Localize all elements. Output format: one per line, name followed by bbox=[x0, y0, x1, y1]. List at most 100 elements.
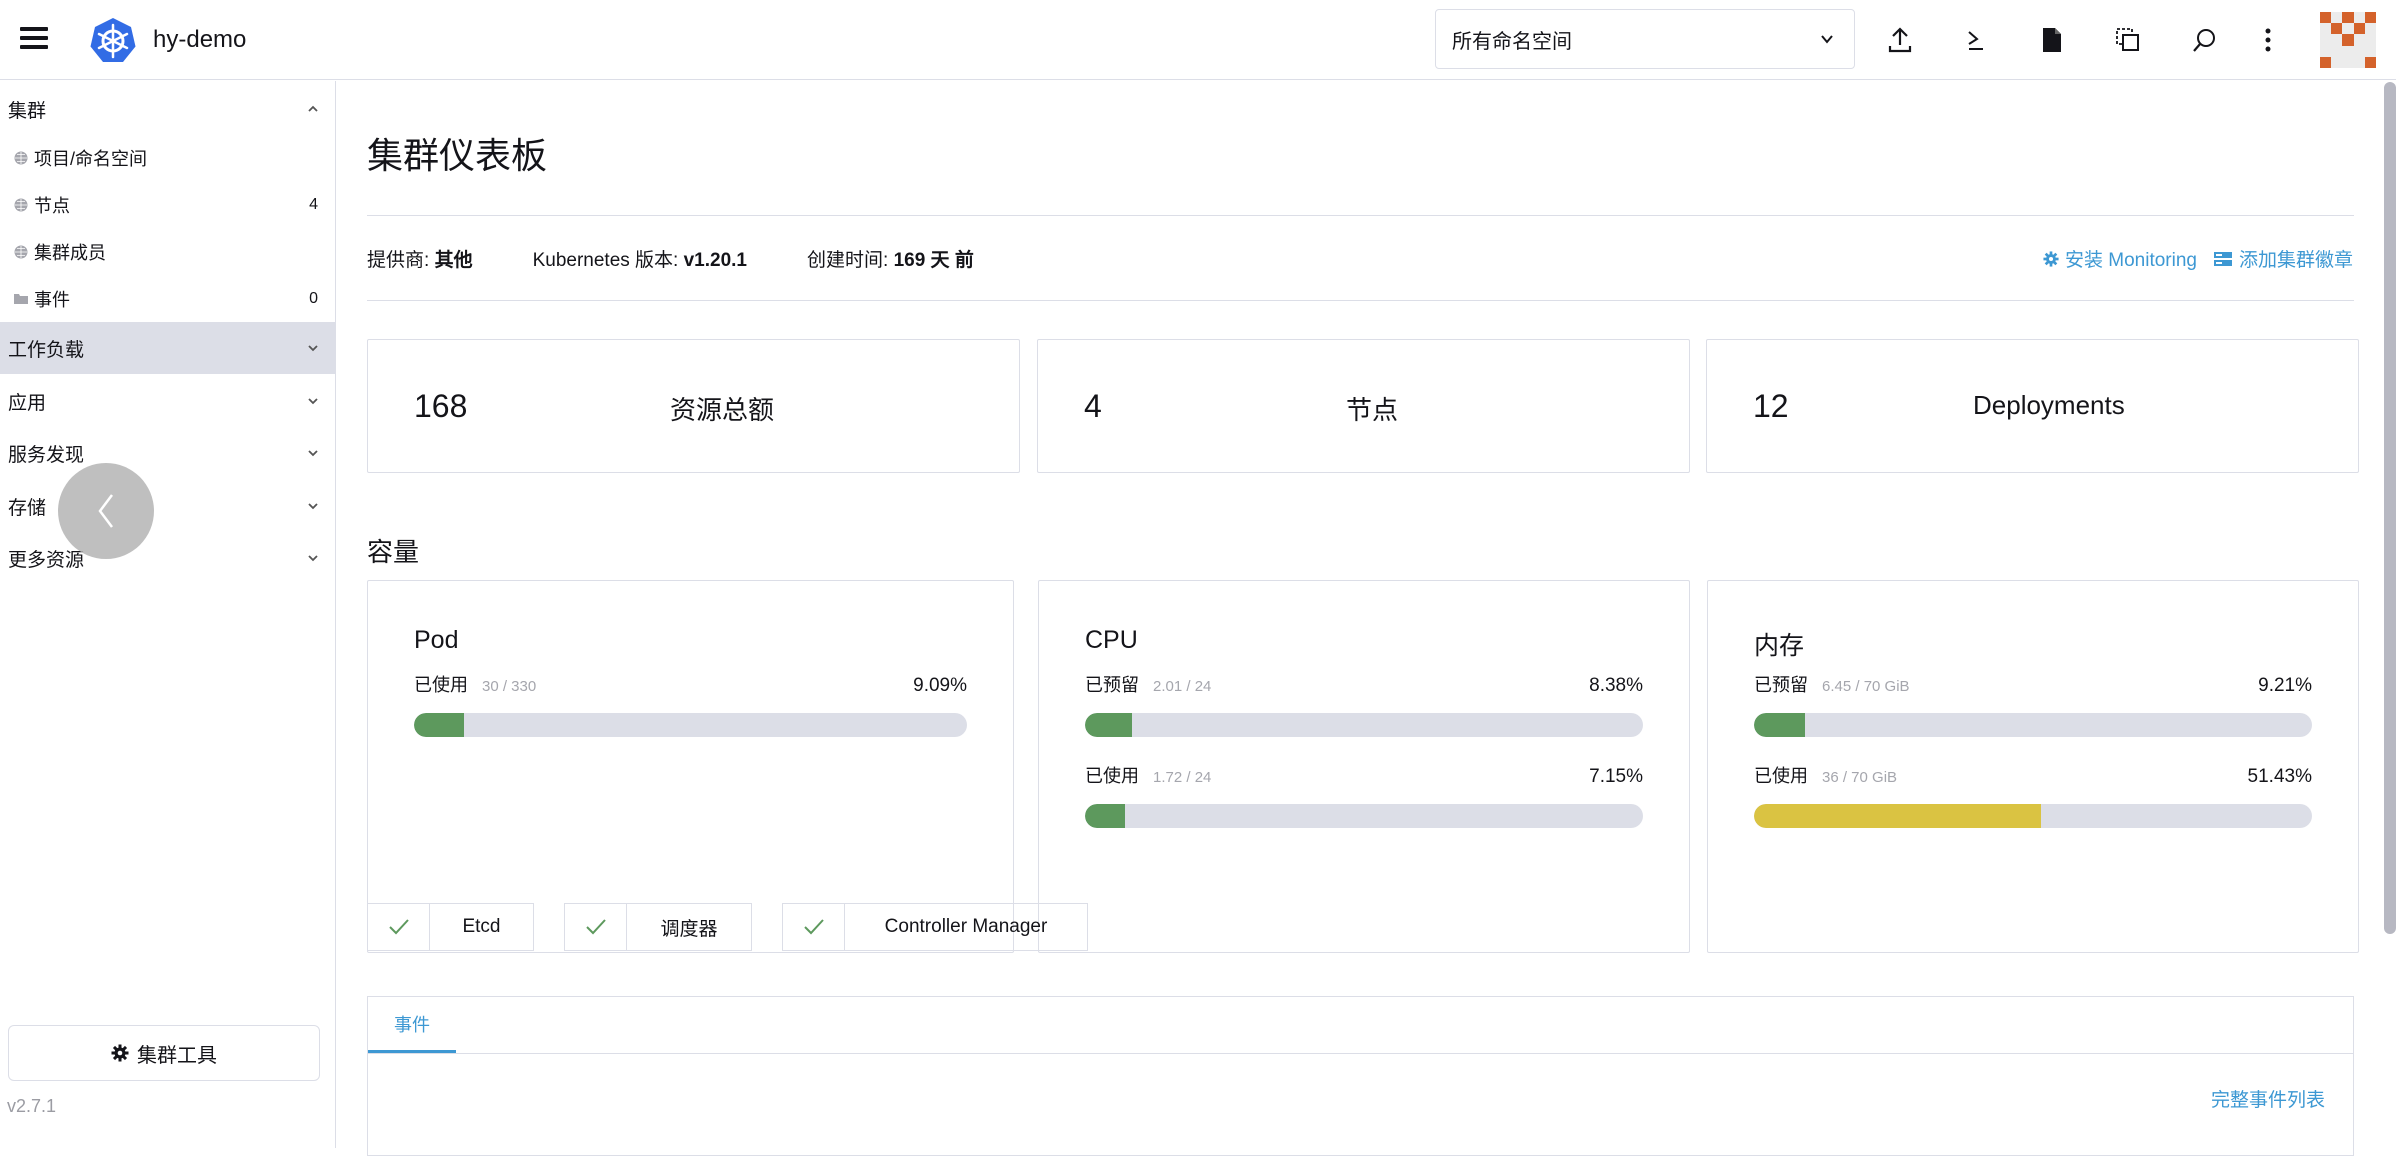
search-icon bbox=[2193, 29, 2215, 52]
gauge-label: 已使用 bbox=[414, 675, 468, 695]
terminal-icon bbox=[1968, 31, 1983, 50]
download-kubeconfig-button[interactable] bbox=[2034, 22, 2070, 58]
user-avatar[interactable] bbox=[2320, 12, 2376, 68]
search-button[interactable] bbox=[2186, 22, 2222, 58]
created-value: 169 天 前 bbox=[893, 250, 974, 271]
sidebar-item-namespaces[interactable]: 项目/命名空间 bbox=[0, 135, 336, 181]
sidebar-group-cluster[interactable]: 集群 bbox=[0, 83, 336, 135]
gauge-value: 1.72 / 24 bbox=[1153, 769, 1212, 786]
add-cluster-badge-link[interactable]: 添加集群徽章 bbox=[2213, 245, 2353, 272]
globe-icon bbox=[14, 245, 28, 259]
cpu-capacity-card: CPU 已预留 2.01 / 24 8.38% 已使用 1.72 / 24 7.… bbox=[1038, 580, 1690, 953]
sidebar-group-workloads[interactable]: 工作负载 bbox=[0, 322, 336, 374]
gauge-value: 36 / 70 GiB bbox=[1822, 769, 1898, 786]
cluster-tools-label: 集群工具 bbox=[137, 1044, 217, 1067]
sidebar-group-label: 工作负载 bbox=[8, 339, 85, 361]
k8s-version-label: Kubernetes 版本: bbox=[532, 250, 679, 271]
gauge-label: 已使用 bbox=[1085, 766, 1139, 786]
cluster-actions: 安装 Monitoring 添加集群徽章 bbox=[2027, 245, 2353, 272]
count-label: Deployments bbox=[1973, 390, 2125, 420]
gear-icon bbox=[2043, 250, 2059, 267]
cpu-used-gauge: 已使用 1.72 / 24 7.15% bbox=[1085, 762, 1643, 828]
provider-value: 其他 bbox=[434, 250, 473, 271]
pod-used-gauge: 已使用 30 / 330 9.09% bbox=[414, 671, 967, 737]
gauge-value: 6.45 / 70 GiB bbox=[1822, 678, 1910, 695]
gauge-percent: 9.09% bbox=[913, 675, 967, 696]
hamburger-icon-bar bbox=[20, 36, 48, 40]
sidebar-item-cluster-members[interactable]: 集群成员 bbox=[0, 229, 336, 275]
top-header: hy-demo 所有命名空间 bbox=[0, 0, 2396, 80]
count-value: 12 bbox=[1753, 388, 1789, 424]
import-yaml-button[interactable] bbox=[1882, 22, 1918, 58]
full-event-list-link[interactable]: 完整事件列表 bbox=[2211, 1085, 2325, 1112]
hamburger-icon-bar bbox=[20, 27, 48, 31]
divider bbox=[368, 1053, 2353, 1054]
gauge-bar bbox=[1754, 804, 2312, 828]
pod-capacity-card: Pod 已使用 30 / 330 9.09% bbox=[367, 580, 1014, 953]
capacity-title: Pod bbox=[414, 626, 459, 654]
cluster-tools-button[interactable]: 集群工具 bbox=[8, 1025, 320, 1081]
gauge-label: 已预留 bbox=[1085, 675, 1139, 695]
sidebar-item-label: 项目/命名空间 bbox=[34, 149, 148, 169]
count-value: 168 bbox=[414, 388, 468, 424]
resource-count-card[interactable]: 168 资源总额 bbox=[367, 339, 1020, 473]
collapse-sidebar-button[interactable] bbox=[58, 463, 154, 559]
chevron-down-icon bbox=[308, 503, 318, 510]
cluster-name[interactable]: hy-demo bbox=[153, 26, 246, 54]
sidebar-item-label: 节点 bbox=[34, 196, 70, 216]
install-monitoring-label: 安装 Monitoring bbox=[2064, 250, 2197, 271]
copy-kubeconfig-button[interactable] bbox=[2110, 22, 2146, 58]
gauge-percent: 51.43% bbox=[2247, 766, 2312, 787]
chevron-up-icon bbox=[308, 105, 318, 112]
tab-events[interactable]: 事件 bbox=[368, 997, 456, 1053]
upload-icon bbox=[1888, 27, 1912, 53]
hamburger-icon-bar bbox=[20, 45, 48, 49]
k8s-version-value: v1.20.1 bbox=[683, 250, 748, 271]
kubectl-shell-button[interactable] bbox=[1958, 22, 1994, 58]
gauge-percent: 8.38% bbox=[1589, 675, 1643, 696]
sidebar-item-nodes[interactable]: 节点 4 bbox=[0, 182, 336, 228]
capacity-section-title: 容量 bbox=[367, 537, 420, 567]
gear-icon bbox=[111, 1044, 129, 1062]
install-monitoring-link[interactable]: 安装 Monitoring bbox=[2043, 245, 2197, 272]
page-scrollbar[interactable] bbox=[2384, 82, 2396, 934]
gauge-fill bbox=[1754, 713, 1806, 737]
add-cluster-badge-label: 添加集群徽章 bbox=[2238, 250, 2353, 271]
file-icon bbox=[2043, 28, 2061, 52]
sidebar-item-count: 0 bbox=[309, 290, 318, 307]
deployments-count-card[interactable]: 12 Deployments bbox=[1706, 339, 2359, 473]
provider-info: 提供商: 其他 bbox=[367, 245, 473, 272]
cluster-meta: 提供商: 其他 Kubernetes 版本: v1.20.1 创建时间: 169… bbox=[367, 245, 1034, 272]
sidebar-group-storage[interactable]: 存储 bbox=[0, 480, 336, 532]
copy-icon bbox=[2116, 28, 2139, 51]
namespace-select[interactable]: 所有命名空间 bbox=[1435, 9, 1855, 69]
memory-reserved-gauge: 已预留 6.45 / 70 GiB 9.21% bbox=[1754, 671, 2312, 737]
folder-icon bbox=[14, 294, 28, 304]
gauge-label: 已预留 bbox=[1754, 675, 1808, 695]
gauge-fill bbox=[1085, 713, 1132, 737]
sidebar-item-events[interactable]: 事件 0 bbox=[0, 276, 336, 322]
sidebar-item-count: 4 bbox=[309, 196, 318, 213]
gauge-bar bbox=[1085, 713, 1643, 737]
main-content: 集群仪表板 提供商: 其他 Kubernetes 版本: v1.20.1 创建时… bbox=[337, 81, 2377, 1156]
created-info: 创建时间: 169 天 前 bbox=[807, 245, 974, 272]
badge-icon bbox=[2213, 251, 2232, 266]
more-vertical-icon bbox=[2265, 28, 2271, 52]
more-actions-button[interactable] bbox=[2250, 22, 2286, 58]
nodes-count-card[interactable]: 4 节点 bbox=[1037, 339, 1690, 473]
component-status-controller-manager: Controller Manager bbox=[782, 903, 1088, 951]
sidebar-group-service-discovery[interactable]: 服务发现 bbox=[0, 427, 336, 479]
memory-capacity-card: 内存 已预留 6.45 / 70 GiB 9.21% 已使用 36 / 70 G… bbox=[1707, 580, 2359, 953]
check-icon bbox=[565, 904, 627, 950]
capacity-title: CPU bbox=[1085, 626, 1138, 654]
sidebar-group-apps[interactable]: 应用 bbox=[0, 375, 336, 427]
menu-toggle-button[interactable] bbox=[20, 27, 48, 51]
globe-icon bbox=[14, 198, 28, 212]
sidebar-group-label: 更多资源 bbox=[8, 549, 85, 571]
component-label: Controller Manager bbox=[884, 916, 1048, 937]
namespace-select-value: 所有命名空间 bbox=[1452, 30, 1572, 53]
count-value: 4 bbox=[1084, 388, 1102, 424]
gauge-percent: 9.21% bbox=[2258, 675, 2312, 696]
sidebar-group-more-resources[interactable]: 更多资源 bbox=[0, 532, 336, 584]
sidebar-group-label: 服务发现 bbox=[8, 444, 85, 466]
